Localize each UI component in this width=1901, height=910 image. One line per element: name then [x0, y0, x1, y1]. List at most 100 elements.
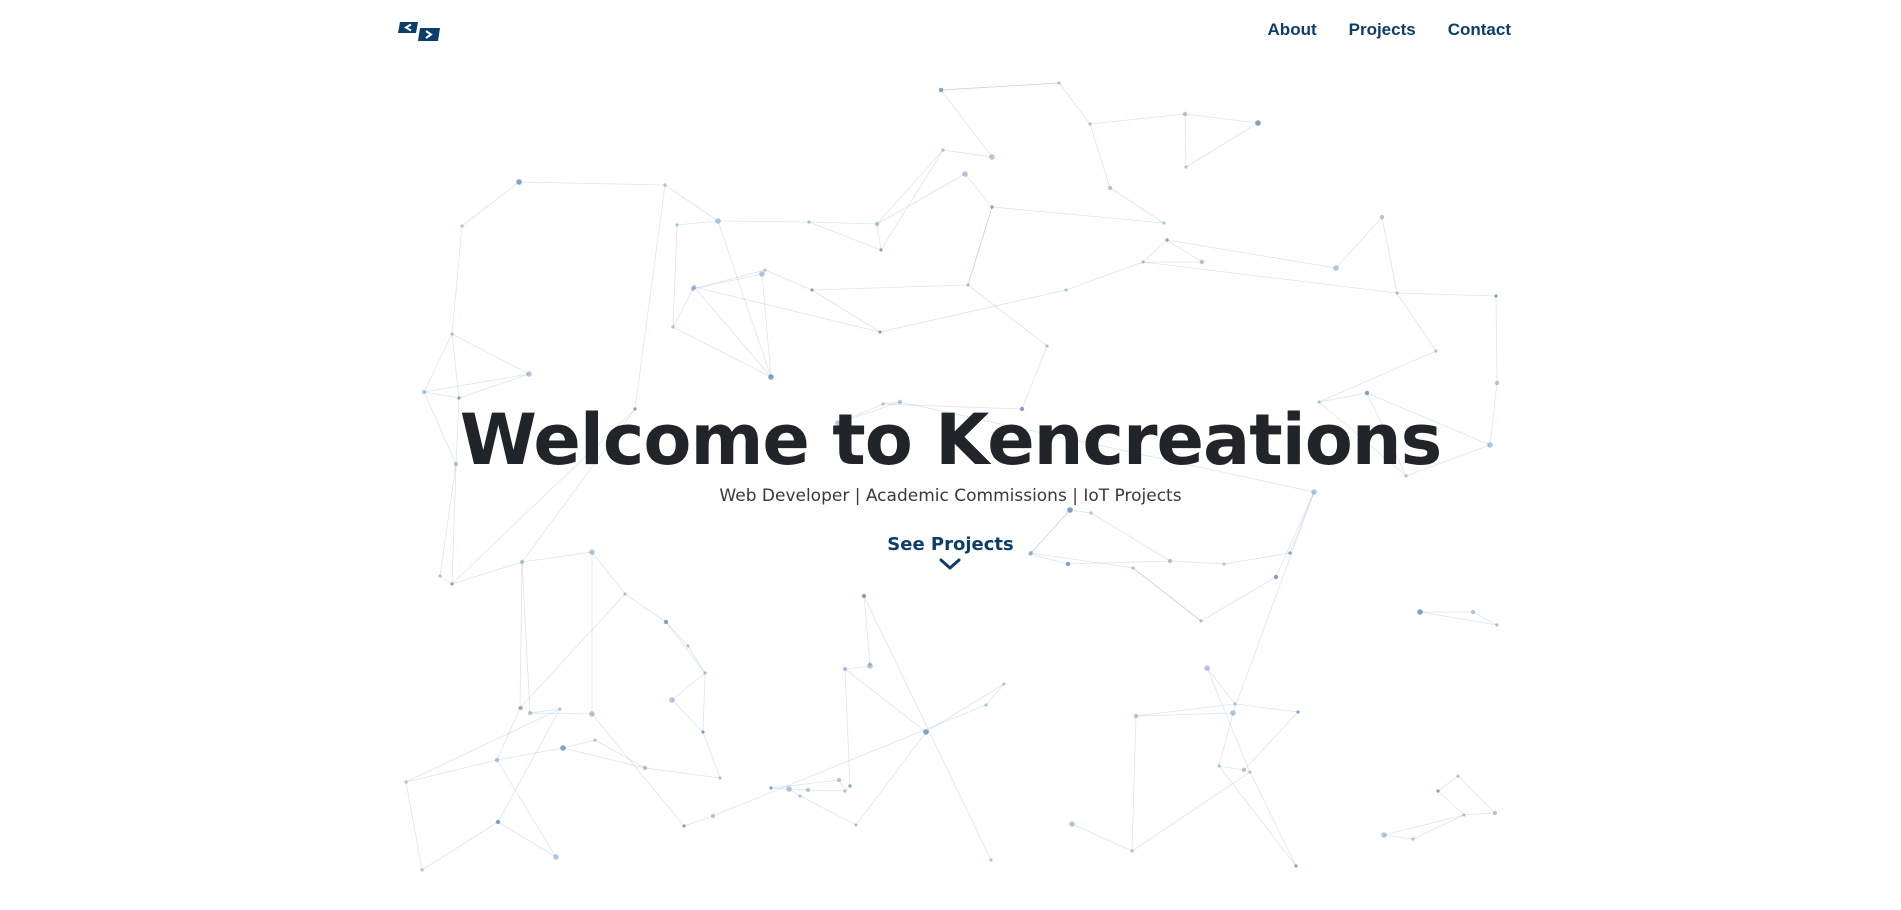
network-node: [663, 619, 669, 625]
hero-subtitle: Web Developer | Academic Commissions | I…: [719, 486, 1182, 506]
network-link: [451, 225, 463, 335]
network-link: [876, 223, 882, 251]
network-node: [874, 221, 880, 227]
network-node: [1411, 837, 1415, 841]
network-link: [1437, 790, 1465, 816]
network-node: [1002, 682, 1006, 686]
network-node: [460, 224, 464, 228]
page: About Projects Contact Welcome to Kencre…: [0, 0, 1901, 910]
network-node: [1494, 294, 1498, 298]
network-link: [967, 206, 993, 286]
nav-link-contact[interactable]: Contact: [1448, 20, 1511, 40]
network-link: [634, 184, 666, 410]
network-link: [672, 224, 678, 328]
network-link: [1318, 350, 1437, 403]
network-node: [518, 705, 524, 711]
network-node: [1495, 623, 1499, 627]
network-link: [405, 708, 561, 783]
network-link: [518, 181, 666, 186]
network-link: [644, 767, 721, 779]
network-link: [421, 821, 499, 871]
see-projects-label: See Projects: [887, 534, 1014, 555]
network-node: [558, 707, 562, 711]
network-node: [962, 171, 968, 177]
network-node: [938, 87, 944, 93]
network-node: [843, 789, 847, 793]
see-projects-button[interactable]: See Projects: [887, 534, 1014, 571]
network-node: [1045, 344, 1049, 348]
network-link: [458, 373, 530, 399]
network-node: [1069, 821, 1075, 827]
nav-links: About Projects Contact: [1268, 20, 1511, 40]
network-link: [855, 731, 927, 826]
network-node: [527, 710, 533, 716]
network-node: [671, 325, 675, 329]
navbar: About Projects Contact: [0, 0, 1901, 64]
network-node: [854, 823, 858, 827]
network-node: [593, 738, 597, 742]
network-link: [405, 759, 498, 783]
network-link: [1463, 812, 1496, 816]
network-node: [989, 858, 993, 862]
network-link: [876, 149, 944, 225]
network-node: [516, 179, 522, 185]
network-node: [989, 154, 995, 160]
network-node: [1233, 702, 1237, 706]
network-link: [712, 704, 987, 817]
network-node: [1088, 122, 1092, 126]
network-link: [676, 220, 719, 226]
network-node: [421, 389, 427, 395]
network-node: [861, 593, 867, 599]
network-node: [710, 813, 716, 819]
network-node: [718, 776, 722, 780]
network-link: [940, 82, 1060, 91]
network-node: [701, 730, 705, 734]
network-node: [404, 780, 408, 784]
chevron-down-icon[interactable]: [939, 558, 961, 571]
network-node: [879, 248, 883, 252]
network-link: [844, 668, 851, 787]
network-link: [991, 206, 1165, 224]
network-link: [808, 221, 882, 251]
network-link: [497, 821, 557, 858]
network-node: [786, 786, 792, 792]
network-link: [964, 173, 993, 208]
network-link: [451, 333, 530, 375]
network-link: [594, 739, 646, 769]
network-link: [1166, 239, 1337, 269]
nav-link-about[interactable]: About: [1268, 20, 1317, 40]
network-link: [1184, 113, 1259, 124]
network-link: [1109, 187, 1165, 224]
hero-title: Welcome to Kencreations: [459, 399, 1443, 481]
network-link: [788, 788, 809, 791]
network-node: [623, 592, 627, 596]
network-node: [450, 332, 454, 336]
nav-link-projects[interactable]: Projects: [1349, 20, 1416, 40]
network-node: [1133, 713, 1139, 719]
network-node: [836, 777, 842, 783]
network-link: [1206, 667, 1236, 705]
network-node: [691, 284, 697, 290]
network-link: [717, 220, 810, 223]
network-link: [1071, 823, 1133, 852]
network-link: [671, 699, 704, 733]
network-node: [923, 729, 929, 735]
network-link: [942, 149, 993, 158]
network-link: [1185, 122, 1259, 168]
network-link: [693, 286, 881, 333]
network-link: [423, 373, 530, 393]
network-link: [1131, 715, 1137, 852]
code-brackets-icon[interactable]: [398, 21, 440, 43]
network-node: [1462, 813, 1466, 817]
network-node: [1241, 767, 1247, 773]
hero-section: Welcome to Kencreations Web Developer | …: [0, 398, 1901, 571]
network-node: [1248, 770, 1252, 774]
network-link: [562, 739, 596, 749]
network-link: [761, 273, 772, 378]
network-node: [798, 794, 802, 798]
network-node: [1064, 288, 1068, 292]
network-link: [1335, 216, 1383, 269]
network-link: [1184, 113, 1187, 168]
network-node: [1273, 574, 1279, 580]
network-node: [1199, 619, 1203, 623]
